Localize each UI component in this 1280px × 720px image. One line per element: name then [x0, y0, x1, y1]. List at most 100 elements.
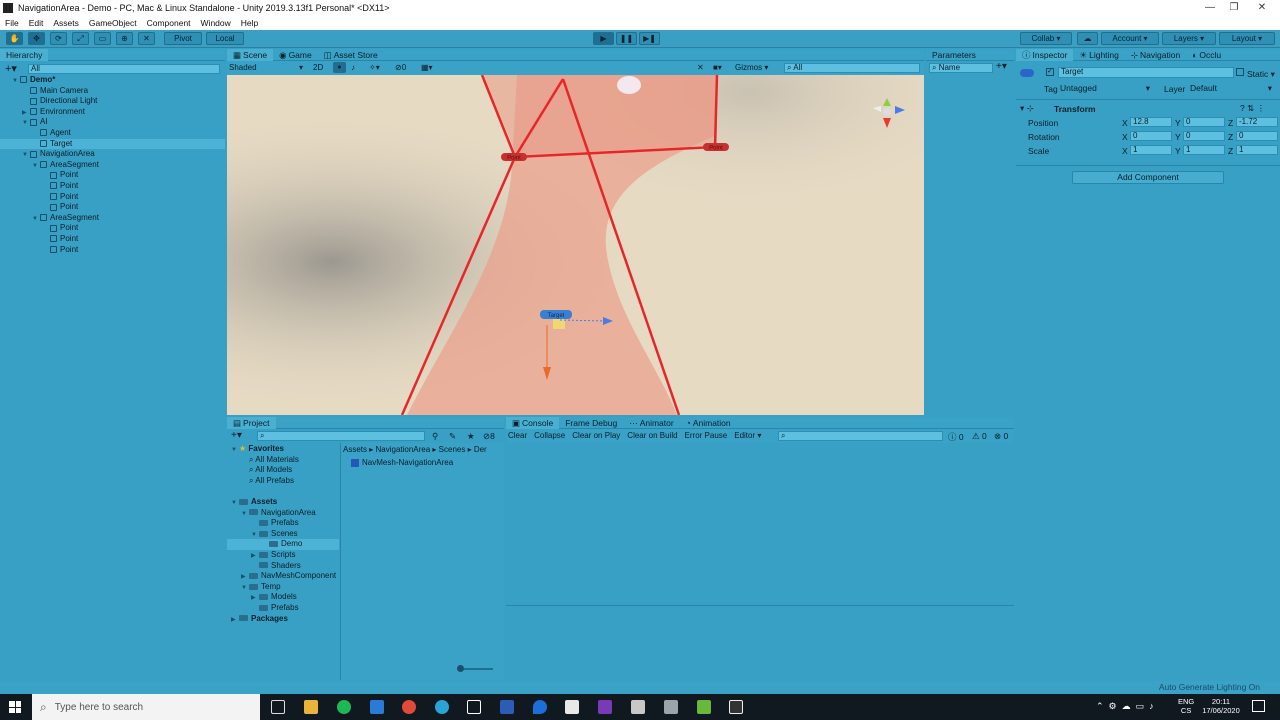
project-tree-item[interactable]: ⌕ All Prefabs [227, 476, 339, 487]
editor-dropdown[interactable]: Editor ▾ [734, 431, 761, 440]
clear-on-play-button[interactable]: Clear on Play [572, 431, 620, 440]
transform-menu-icons[interactable]: ? ⇅ ⋮ [1240, 103, 1265, 114]
visual-studio-icon[interactable] [598, 700, 612, 714]
tab-occlusion[interactable]: ◐ Occlu [1186, 49, 1227, 61]
hierarchy-item[interactable]: Point [0, 234, 225, 245]
error-count-toggle[interactable]: ⊗ 0 [994, 431, 1008, 442]
axis-z-label[interactable]: Z [1228, 146, 1233, 156]
transform-y-field[interactable]: 1 [1183, 145, 1225, 155]
tab-navigation[interactable]: ⊹ Navigation [1125, 49, 1186, 61]
powershell-icon[interactable] [500, 700, 514, 714]
unity-hub-icon[interactable] [467, 700, 481, 714]
hierarchy-item[interactable]: Target [0, 138, 225, 150]
icon-size-slider[interactable] [459, 668, 493, 670]
hand-tool-icon[interactable]: ✋ [6, 32, 23, 45]
collapse-button[interactable]: Collapse [534, 431, 565, 440]
tab-animation[interactable]: ◔ Animation [680, 417, 737, 429]
task-view-icon[interactable] [271, 700, 285, 714]
grid-dropdown-icon[interactable]: ▦▾ [421, 63, 433, 72]
hierarchy-item[interactable]: Point [0, 245, 225, 256]
filter-type-icon[interactable]: ⚲ [432, 431, 438, 442]
hierarchy-item[interactable]: Point [0, 181, 225, 192]
hierarchy-item[interactable]: Point [0, 192, 225, 203]
breadcrumb-scenes[interactable]: Scenes [439, 445, 466, 454]
project-tree-item[interactable]: ▼ Assets [227, 497, 339, 508]
hierarchy-search-input[interactable]: All [28, 64, 220, 74]
tab-game[interactable]: ◉ Game [273, 49, 318, 61]
hierarchy-item[interactable]: ▼ AreaSegment [0, 213, 225, 224]
hierarchy-item[interactable]: Agent [0, 128, 225, 139]
tab-hierarchy[interactable]: Hierarchy [0, 48, 49, 61]
tab-asset-store[interactable]: ◫ Asset Store [318, 49, 384, 61]
axis-y-label[interactable]: Y [1175, 146, 1181, 156]
taskbar-search-input[interactable]: ⌕ Type here to search [32, 694, 260, 720]
hierarchy-item[interactable]: ▼ Demo* [0, 75, 225, 86]
pivot-toggle[interactable]: Pivot [164, 32, 202, 45]
tab-scene[interactable]: ▦ Scene [227, 48, 274, 61]
scene-search-input[interactable]: ⌕ All [784, 63, 920, 73]
add-parameter-icon[interactable]: +▾ [996, 61, 1007, 72]
maps-icon[interactable] [533, 700, 547, 714]
tab-frame-debug[interactable]: Frame Debug [559, 417, 623, 429]
project-tree-item[interactable]: ⌕ All Materials [227, 455, 339, 466]
step-button[interactable]: ▶❚ [639, 32, 660, 45]
camera-dropdown-icon[interactable]: ■▾ [713, 63, 722, 72]
notepad-plus-icon[interactable] [697, 700, 711, 714]
axis-x-label[interactable]: X [1122, 132, 1128, 142]
scene-viewport[interactable]: Point Point Target [227, 75, 924, 415]
static-checkbox[interactable] [1236, 68, 1244, 76]
custom-tool-icon[interactable]: ✕ [138, 32, 155, 45]
project-tree-item[interactable]: Prefabs [227, 518, 339, 529]
scale-tool-icon[interactable]: ⤢ [72, 32, 89, 45]
menu-help[interactable]: Help [236, 18, 263, 28]
hierarchy-item[interactable]: ▶ Environment [0, 107, 225, 118]
pause-button[interactable]: ❚❚ [616, 32, 637, 45]
tab-inspector[interactable]: ⓘ Inspector [1016, 48, 1074, 61]
project-tree-item[interactable]: ▶ Models [227, 592, 339, 603]
transform-x-field[interactable]: 12.8 [1130, 117, 1172, 127]
tab-project[interactable]: ▤ Project [227, 416, 276, 429]
transform-y-field[interactable]: 0 [1183, 117, 1225, 127]
menu-window[interactable]: Window [196, 18, 236, 28]
menu-file[interactable]: File [0, 18, 24, 28]
hierarchy-item[interactable]: Directional Light [0, 96, 225, 107]
collab-dropdown[interactable]: Collab ▾ [1020, 32, 1072, 45]
project-tree-item[interactable]: ▶ NavMeshComponent [227, 571, 339, 582]
breadcrumb-assets[interactable]: Assets [343, 445, 367, 454]
transform-y-field[interactable]: 0 [1183, 131, 1225, 141]
move-tool-icon[interactable]: ✥ [28, 32, 45, 45]
info-count-toggle[interactable]: ⓘ 0 [948, 431, 964, 443]
tab-console[interactable]: ▣ Console [506, 416, 560, 429]
tab-parameters[interactable]: Parameters [926, 49, 982, 61]
axis-z-label[interactable]: Z [1228, 118, 1233, 128]
project-tree-item[interactable]: ▶ Scripts [227, 550, 339, 561]
active-checkbox[interactable]: ✓ [1046, 68, 1054, 76]
slider-handle[interactable] [457, 665, 464, 672]
console-search-input[interactable]: ⌕ [778, 431, 943, 441]
project-tree-item[interactable]: ▼ Temp [227, 582, 339, 593]
chrome-icon[interactable] [402, 700, 416, 714]
project-tree-item[interactable]: Demo [227, 539, 339, 550]
spotify-icon[interactable] [337, 700, 351, 714]
mail-icon[interactable] [370, 700, 384, 714]
menu-assets[interactable]: Assets [48, 18, 84, 28]
axis-x-label[interactable]: X [1122, 118, 1128, 128]
hierarchy-item[interactable]: Point [0, 202, 225, 213]
file-explorer-icon[interactable] [304, 700, 318, 714]
clear-button[interactable]: Clear [508, 431, 527, 440]
tab-lighting[interactable]: ☀ Lighting [1073, 49, 1124, 61]
static-dropdown[interactable]: Static ▾ [1247, 69, 1275, 80]
layers-dropdown[interactable]: Layers ▾ [1162, 32, 1216, 45]
language-indicator[interactable]: ENG CS [1178, 697, 1194, 715]
menu-edit[interactable]: Edit [24, 18, 49, 28]
notifications-icon[interactable] [1252, 700, 1265, 712]
axis-y-label[interactable]: Y [1175, 132, 1181, 142]
edge-icon[interactable] [435, 700, 449, 714]
hierarchy-item[interactable]: Point [0, 170, 225, 181]
cloud-icon[interactable]: ☁ [1077, 32, 1098, 45]
local-toggle[interactable]: Local [206, 32, 244, 45]
2d-toggle[interactable]: 2D [313, 63, 323, 72]
system-tray-icons[interactable]: ⌃⚙☁▭♪ [1096, 701, 1159, 712]
gizmos-dropdown[interactable]: Gizmos ▾ [735, 63, 768, 72]
layout-dropdown[interactable]: Layout ▾ [1219, 32, 1275, 45]
